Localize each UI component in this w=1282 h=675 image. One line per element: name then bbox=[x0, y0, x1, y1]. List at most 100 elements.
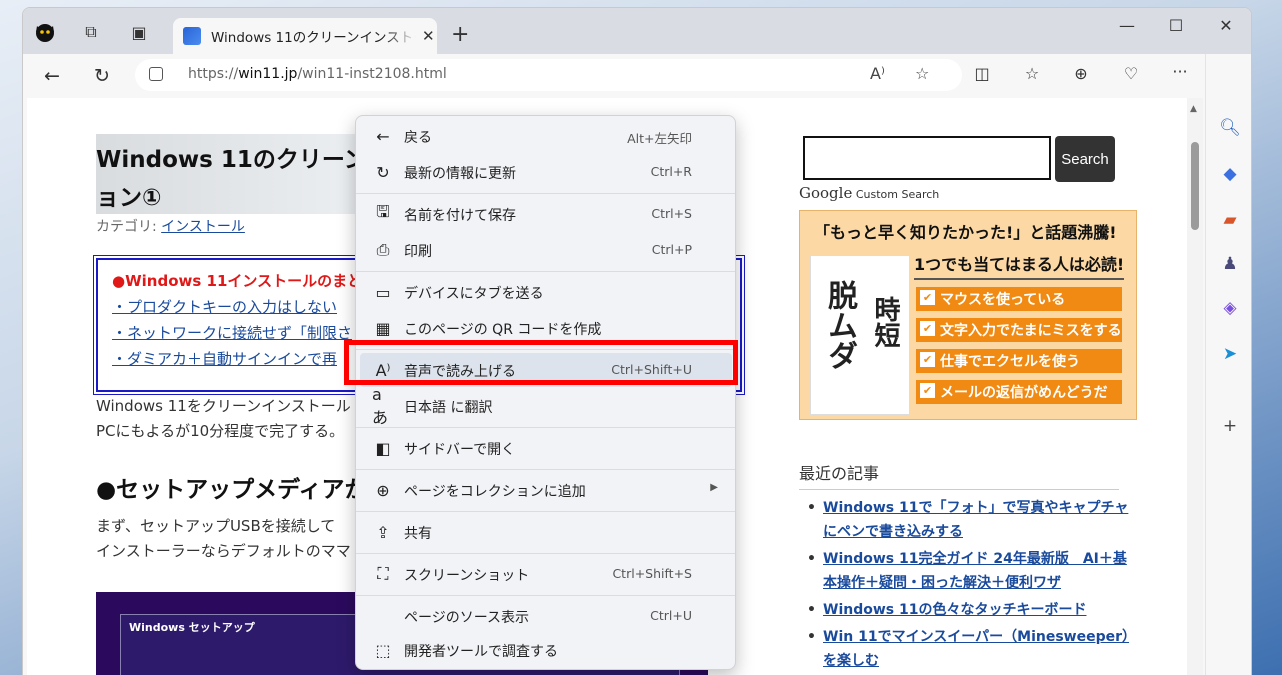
microsoft365-icon[interactable]: ◈ bbox=[1218, 296, 1242, 320]
tab-active[interactable]: Windows 11のクリーンインストールと ✕ bbox=[173, 18, 437, 54]
menu-item-shortcut: Alt+左矢印 bbox=[627, 131, 692, 146]
recent-articles-list: Windows 11で「フォト」で写真やキャプチャにペンで書き込みする Wind… bbox=[805, 496, 1135, 675]
favorites-icon[interactable]: ☆ bbox=[1021, 64, 1043, 83]
menu-item-shortcut: Ctrl+S bbox=[651, 206, 692, 221]
menu-divider bbox=[356, 271, 735, 272]
split-screen-icon[interactable]: ◫ bbox=[971, 64, 993, 83]
menu-item-label: デバイスにタブを送る bbox=[404, 286, 544, 302]
share-icon: ⇪ bbox=[376, 522, 390, 542]
book-title-part: 時短 bbox=[870, 296, 900, 348]
workspaces-icon[interactable]: ⧉ bbox=[79, 20, 103, 44]
profile-cat-icon[interactable] bbox=[33, 20, 57, 44]
read-aloud-icon[interactable]: A⁾ bbox=[870, 64, 885, 83]
url-text[interactable]: https://win11.jp/win11-inst2108.html bbox=[188, 66, 447, 82]
favorite-star-icon[interactable]: ☆ bbox=[915, 64, 929, 83]
menu-item-send-tab[interactable]: ▭ デバイスにタブを送る bbox=[360, 275, 732, 309]
section-heading: ●セットアップメディアか bbox=[96, 477, 368, 503]
menu-item-label: ページのソース表示 bbox=[404, 610, 530, 626]
google-logo: Google bbox=[799, 184, 853, 202]
games-icon[interactable]: ♟ bbox=[1218, 252, 1242, 276]
list-item[interactable]: Win 11でマインスイーパー（Minesweeper）を楽しむ bbox=[805, 625, 1135, 673]
maximize-icon[interactable]: ☐ bbox=[1166, 16, 1186, 35]
menu-divider bbox=[356, 427, 735, 428]
tab-title: Windows 11のクリーンインストールと bbox=[211, 30, 416, 46]
close-window-icon[interactable]: ✕ bbox=[1216, 16, 1236, 35]
custom-search-text: Custom Search bbox=[855, 188, 940, 201]
menu-item-label: 開発者ツールで調査する bbox=[404, 644, 558, 660]
submenu-arrow-icon: ▶ bbox=[710, 482, 718, 493]
save-icon: 🖫 bbox=[376, 201, 390, 221]
paragraph-intro: Windows 11をクリーンインストール PCにもよるが10分程度で完了する。 bbox=[96, 394, 351, 444]
minimize-icon[interactable]: — bbox=[1117, 16, 1137, 35]
menu-item-share[interactable]: ⇪ 共有 bbox=[360, 515, 732, 549]
lock-icon[interactable] bbox=[149, 67, 163, 81]
book-title-part: 脱ムダ bbox=[822, 280, 857, 370]
menu-item-save-as[interactable]: 🖫 名前を付けて保存 Ctrl+S bbox=[360, 197, 732, 231]
translate-icon: aあ bbox=[372, 384, 389, 427]
refresh-icon[interactable]: ↻ bbox=[89, 63, 115, 89]
menu-item-translate[interactable]: aあ 日本語 に翻訳 bbox=[360, 384, 732, 427]
menu-item-view-source[interactable]: ページのソース表示 Ctrl+U bbox=[360, 599, 732, 633]
menu-divider bbox=[356, 469, 735, 470]
tools-icon[interactable]: ▰ bbox=[1218, 208, 1242, 232]
paragraph-line: まず、セットアップUSBを接続して bbox=[96, 517, 336, 535]
article-title-line2: ョン① bbox=[96, 185, 162, 211]
recent-article-link[interactable]: Windows 11の色々なタッチキーボード bbox=[823, 602, 1086, 618]
menu-item-print[interactable]: ⎙ 印刷 Ctrl+P bbox=[360, 233, 732, 267]
menu-item-refresh[interactable]: ↻ 最新の情報に更新 Ctrl+R bbox=[360, 155, 732, 189]
recent-articles-heading: 最近の記事 bbox=[799, 460, 1119, 490]
menu-item-open-sidebar[interactable]: ◧ サイドバーで開く bbox=[360, 431, 732, 465]
category: カテゴリ: インストール bbox=[96, 216, 245, 236]
vertical-scrollbar[interactable]: ▲ bbox=[1187, 98, 1203, 675]
add-sidebar-app-icon[interactable]: + bbox=[1218, 414, 1242, 438]
menu-item-shortcut: Ctrl+Shift+S bbox=[612, 566, 692, 581]
outlook-send-icon[interactable]: ➤ bbox=[1218, 342, 1242, 366]
back-arrow-icon[interactable]: ← bbox=[39, 63, 65, 89]
screenshot-icon: ⛶ bbox=[377, 564, 389, 583]
search-icon[interactable]: 🔍︎ bbox=[1218, 116, 1242, 140]
category-link[interactable]: インストール bbox=[161, 219, 245, 235]
context-menu: ← 戻る Alt+左矢印 ↻ 最新の情報に更新 Ctrl+R 🖫 名前を付けて保… bbox=[355, 115, 736, 670]
recent-article-link[interactable]: Windows 11完全ガイド 24年最新版 AI＋基本操作＋疑問・困った解決＋… bbox=[823, 551, 1127, 591]
book-advertisement[interactable]: 「もっと早く知りたかった!」と話題沸騰! 1つでも当てはまる人は必読! 脱ムダ … bbox=[799, 210, 1137, 420]
menu-divider bbox=[356, 553, 735, 554]
new-tab-icon[interactable]: + bbox=[451, 22, 469, 47]
menu-item-screenshot[interactable]: ⛶ スクリーンショット Ctrl+Shift+S bbox=[360, 557, 732, 591]
menu-item-label: 印刷 bbox=[404, 244, 432, 260]
book-cover-image: 脱ムダ 時短 bbox=[810, 255, 910, 415]
paragraph-line: PCにもよるが10分程度で完了する。 bbox=[96, 422, 345, 440]
article-title-line1: Windows 11のクリーン bbox=[96, 147, 367, 173]
browser-essentials-icon[interactable]: ♡ bbox=[1120, 64, 1142, 83]
print-icon: ⎙ bbox=[376, 240, 390, 259]
menu-item-devtools[interactable]: ⬚ 開発者ツールで調査する bbox=[360, 633, 732, 667]
menu-divider bbox=[356, 193, 735, 194]
menu-item-add-collection[interactable]: ⊕ ページをコレクションに追加 ▶ bbox=[360, 473, 732, 507]
vertical-tabs-icon[interactable]: ▣ bbox=[127, 20, 151, 44]
recent-article-link[interactable]: Windows 11で「フォト」で写真やキャプチャにペンで書き込みする bbox=[823, 500, 1128, 540]
menu-divider bbox=[356, 511, 735, 512]
more-options-icon[interactable]: ··· bbox=[1169, 62, 1191, 81]
devtools-icon: ⬚ bbox=[375, 640, 391, 660]
collections-icon[interactable]: ⊕ bbox=[1070, 64, 1092, 83]
scroll-up-icon[interactable]: ▲ bbox=[1190, 104, 1197, 114]
list-item[interactable]: Windows 11の色々なタッチキーボード bbox=[805, 598, 1135, 622]
setup-window-title: Windows セットアップ bbox=[129, 621, 255, 634]
paragraph-line: インストーラーならデフォルトのママ bbox=[96, 542, 351, 560]
menu-item-back[interactable]: ← 戻る Alt+左矢印 bbox=[360, 119, 732, 153]
tab-close-icon[interactable]: ✕ bbox=[422, 27, 435, 45]
recent-article-link[interactable]: Win 11でマインスイーパー（Minesweeper）を楽しむ bbox=[823, 629, 1129, 669]
title-bar: ⧉ ▣ Windows 11のクリーンインストールと ✕ + — ☐ ✕ bbox=[23, 8, 1251, 54]
scroll-thumb[interactable] bbox=[1191, 142, 1199, 230]
ad-checklist-item: マウスを使っている bbox=[916, 287, 1122, 311]
search-input[interactable] bbox=[803, 136, 1051, 180]
list-item[interactable]: Windows 11で「フォト」で写真やキャプチャにペンで書き込みする bbox=[805, 496, 1135, 544]
list-item[interactable]: Windows 11完全ガイド 24年最新版 AI＋基本操作＋疑問・困った解決＋… bbox=[805, 547, 1135, 595]
device-icon: ▭ bbox=[375, 282, 391, 302]
address-bar[interactable]: https://win11.jp/win11-inst2108.html A⁾ … bbox=[135, 59, 962, 91]
menu-item-label: 最新の情報に更新 bbox=[404, 166, 516, 182]
shopping-tag-icon[interactable]: ◆ bbox=[1218, 162, 1242, 186]
paragraph-setup: まず、セットアップUSBを接続して インストーラーならデフォルトのママ bbox=[96, 514, 351, 564]
sidebar-icon: ◧ bbox=[375, 438, 391, 458]
search-button[interactable]: Search bbox=[1055, 136, 1115, 182]
menu-item-label: 名前を付けて保存 bbox=[404, 208, 516, 224]
